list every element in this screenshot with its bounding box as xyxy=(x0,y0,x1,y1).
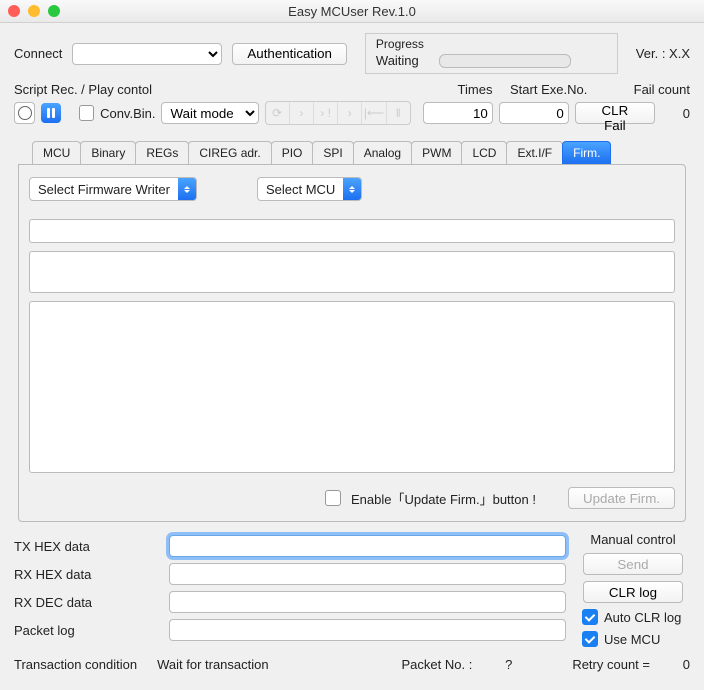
tab-binary[interactable]: Binary xyxy=(80,141,136,164)
tab-extif[interactable]: Ext.I/F xyxy=(506,141,563,164)
firm-text1[interactable] xyxy=(29,219,675,243)
tx-hex-input[interactable] xyxy=(169,535,566,557)
clr-log-button[interactable]: CLR log xyxy=(583,581,683,603)
tab-analog[interactable]: Analog xyxy=(353,141,412,164)
tab-mcu[interactable]: MCU xyxy=(32,141,81,164)
rx-dec-input[interactable] xyxy=(169,591,566,613)
play-icon[interactable]: › xyxy=(338,102,362,124)
reload-icon[interactable]: ⟳ xyxy=(266,102,290,124)
rx-hex-input[interactable] xyxy=(169,563,566,585)
close-icon[interactable] xyxy=(8,5,20,17)
step-stop-icon[interactable]: › ! xyxy=(314,102,338,124)
step-fwd-icon[interactable]: › xyxy=(290,102,314,124)
tab-spi[interactable]: SPI xyxy=(312,141,353,164)
fail-count-value: 0 xyxy=(661,106,690,121)
firm-text2[interactable] xyxy=(29,251,675,293)
rewind-icon[interactable]: |⟵ xyxy=(362,102,386,124)
auto-clr-log-label: Auto CLR log xyxy=(604,610,681,625)
firmware-writer-select[interactable]: Select Firmware Writer xyxy=(29,177,197,201)
use-mcu-label: Use MCU xyxy=(604,632,660,647)
tab-ciregadr[interactable]: CIREG adr. xyxy=(188,141,271,164)
enable-update-label: Enable「Update Firm.」button ! xyxy=(351,489,536,508)
rx-hex-label: RX HEX data xyxy=(14,567,169,582)
packet-no-value: ? xyxy=(492,657,512,672)
transaction-condition-label: Transaction condition xyxy=(14,657,137,672)
tab-lcd[interactable]: LCD xyxy=(461,141,507,164)
conv-bin-checkbox[interactable] xyxy=(79,105,95,121)
pause-icon[interactable]: ‖ xyxy=(387,102,410,124)
conv-bin-label: Conv.Bin. xyxy=(100,106,155,121)
progress-status: Waiting xyxy=(376,53,419,68)
auto-clr-log-checkbox[interactable] xyxy=(582,609,598,625)
tx-hex-label: TX HEX data xyxy=(14,539,169,554)
rx-dec-label: RX DEC data xyxy=(14,595,169,610)
titlebar: Easy MCUser Rev.1.0 xyxy=(0,0,704,23)
record-button[interactable] xyxy=(14,102,35,124)
mcu-select[interactable]: Select MCU xyxy=(257,177,362,201)
packet-log-label: Packet log xyxy=(14,623,169,638)
start-exe-input[interactable] xyxy=(499,102,569,124)
record-icon xyxy=(18,106,32,120)
version-label: Ver. : X.X xyxy=(636,46,690,61)
tab-firm[interactable]: Firm. xyxy=(562,141,611,164)
retry-value: 0 xyxy=(670,657,690,672)
start-exe-label: Start Exe.No. xyxy=(510,82,610,97)
packet-log-input[interactable] xyxy=(169,619,566,641)
minimize-icon[interactable] xyxy=(28,5,40,17)
update-firm-button[interactable]: Update Firm. xyxy=(568,487,675,509)
retry-label: Retry count = xyxy=(572,657,650,672)
enable-update-checkbox[interactable] xyxy=(325,490,341,506)
packet-no-label: Packet No. : xyxy=(402,657,473,672)
connect-label: Connect xyxy=(14,46,62,61)
firm-text3[interactable] xyxy=(29,301,675,473)
tab-bar: MCUBinaryREGsCIREG adr.PIOSPIAnalogPWMLC… xyxy=(32,141,690,164)
use-mcu-checkbox[interactable] xyxy=(582,631,598,647)
progress-box: Progress Waiting xyxy=(365,33,618,74)
times-input[interactable] xyxy=(423,102,493,124)
manual-control-label: Manual control xyxy=(590,532,675,547)
send-button[interactable]: Send xyxy=(583,553,683,575)
script-rec-label: Script Rec. / Play contol xyxy=(14,82,152,97)
progress-bar xyxy=(439,54,571,68)
playback-controls: ⟳ › › ! › |⟵ ‖ xyxy=(265,101,411,125)
pause-button[interactable] xyxy=(41,103,60,123)
fail-count-label: Fail count xyxy=(610,82,690,97)
times-label: Times xyxy=(440,82,510,97)
tab-pio[interactable]: PIO xyxy=(271,141,314,164)
connect-select[interactable] xyxy=(72,43,222,65)
transaction-condition-value: Wait for transaction xyxy=(157,657,269,672)
wait-mode-select[interactable]: Wait mode xyxy=(161,102,258,124)
zoom-icon[interactable] xyxy=(48,5,60,17)
window-title: Easy MCUser Rev.1.0 xyxy=(60,4,644,19)
tab-regs[interactable]: REGs xyxy=(135,141,189,164)
authentication-button[interactable]: Authentication xyxy=(232,43,346,65)
tab-body-firm: Select Firmware Writer Select MCU Enable… xyxy=(18,164,686,522)
progress-label: Progress xyxy=(376,37,607,51)
clr-fail-button[interactable]: CLR Fail xyxy=(575,102,655,124)
tab-pwm[interactable]: PWM xyxy=(411,141,462,164)
